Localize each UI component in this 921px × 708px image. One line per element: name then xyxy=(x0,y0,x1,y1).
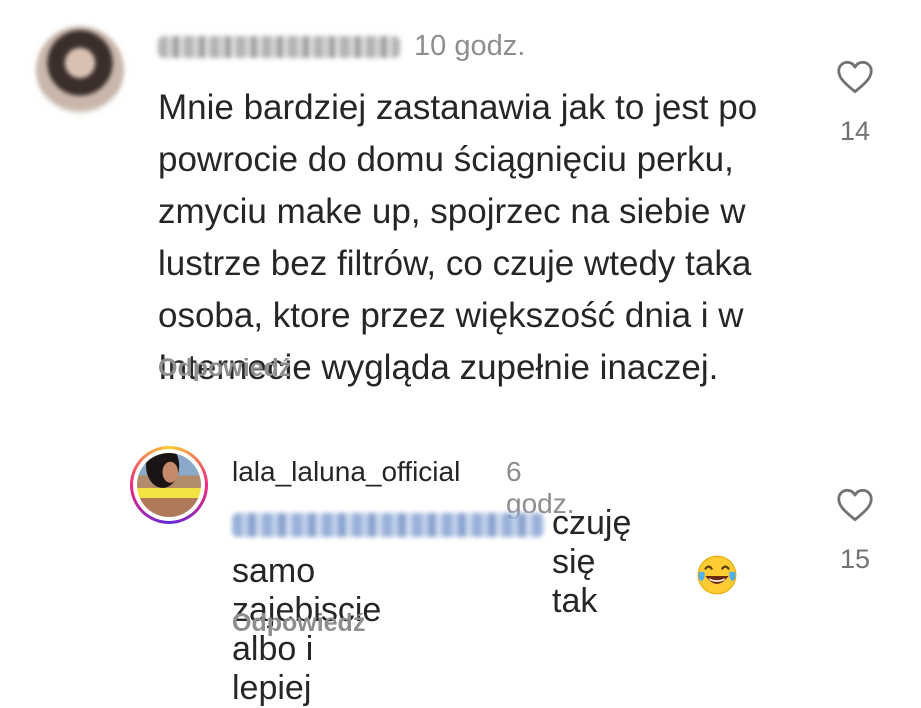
heart-icon[interactable] xyxy=(836,60,874,94)
comment-timestamp: 10 godz. xyxy=(414,30,526,62)
face-with-tears-of-joy-icon xyxy=(697,555,737,595)
comment: 10 godz. Mnie bardziej zastanawia jak to… xyxy=(0,0,921,400)
comment-text-line-1: czuję się tak xyxy=(552,504,632,620)
like-count: 15 xyxy=(839,544,871,574)
avatar-photo xyxy=(137,453,201,517)
avatar-ring-gap xyxy=(133,449,205,521)
heart-icon[interactable] xyxy=(836,488,874,522)
reply-button[interactable]: Odpowiedź xyxy=(232,609,365,638)
blurred-username[interactable] xyxy=(158,36,400,58)
blurred-mention[interactable] xyxy=(232,513,544,537)
reply-button[interactable]: Odpowiedź xyxy=(158,354,291,383)
avatar[interactable] xyxy=(130,446,208,524)
like-count: 14 xyxy=(839,116,871,146)
username[interactable]: lala_laluna_official xyxy=(232,456,460,488)
comment-text: Mnie bardziej zastanawia jak to jest po … xyxy=(158,88,758,387)
avatar[interactable] xyxy=(36,26,124,114)
